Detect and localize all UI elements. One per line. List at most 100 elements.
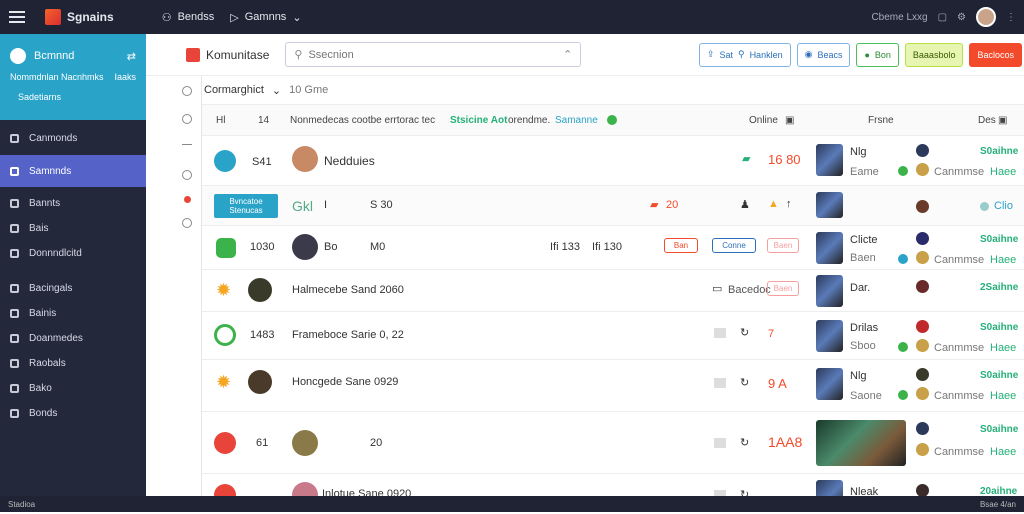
col-14[interactable]: 14 — [258, 115, 269, 126]
avatar — [916, 163, 929, 176]
avatar[interactable] — [292, 430, 318, 456]
sidebar-item-6[interactable]: Bainis — [0, 301, 146, 326]
row-rate: S0aihne — [980, 234, 1019, 245]
table-row[interactable]: S41 Nedduies ▰ 16 80 Nlg Eame Canmmse S0… — [202, 136, 1024, 186]
col-frame[interactable]: Frsne — [868, 115, 894, 126]
avatar[interactable] — [292, 146, 318, 172]
sidebar-item-9[interactable]: Bako — [0, 376, 146, 401]
row-tag2[interactable]: Conne — [712, 238, 756, 253]
headline-text: Nonmedecas cootbe errtorac tec — [290, 114, 436, 126]
sidebar-item-1[interactable]: Samnnds — [0, 155, 146, 187]
bon-button[interactable]: ● Bon — [856, 42, 899, 67]
game-thumbnail[interactable] — [816, 232, 843, 264]
avatar[interactable] — [976, 7, 996, 27]
col-hl[interactable]: Hl — [216, 115, 225, 126]
row-name[interactable]: Frameboce Sarie 0, 22 — [292, 329, 404, 341]
avatar — [916, 443, 929, 456]
row-game: Canmmse — [934, 342, 985, 354]
game-thumbnail[interactable] — [816, 192, 843, 218]
table-row[interactable]: 1030 Bo M0 Ifi 133 Ifi 130 Ban Conne Bae… — [202, 226, 1024, 270]
settings-icon[interactable] — [182, 114, 192, 124]
headline-link[interactable]: Samanne — [555, 115, 598, 126]
filter-bar[interactable]: Cormarghict ⌄ 10 Gme — [202, 76, 1024, 104]
avatar — [916, 339, 929, 352]
row-right-title: Clicte — [850, 234, 878, 246]
check-icon — [898, 342, 908, 352]
row-num: I — [324, 199, 328, 211]
row-name[interactable]: Halmecebe Sand 2060 — [292, 284, 404, 296]
link-icon[interactable] — [182, 170, 192, 180]
row-right-sub: Saone — [850, 390, 882, 402]
row-num: 20 — [370, 437, 383, 449]
more-icon[interactable]: ⋮ — [1006, 12, 1016, 23]
sidebar-item-10[interactable]: Bonds — [0, 401, 146, 426]
col-last[interactable]: Des — [978, 115, 996, 126]
sidebar-item-3[interactable]: Bais — [0, 216, 146, 241]
game-thumbnail[interactable] — [816, 320, 843, 352]
logo-mark-icon — [45, 9, 61, 25]
row-rate: S0aihne — [980, 424, 1019, 435]
search-input[interactable] — [308, 48, 558, 61]
row-stat-left: Ifi 133 — [550, 241, 580, 253]
grid-icon[interactable] — [182, 218, 192, 228]
dot-icon[interactable] — [184, 196, 191, 203]
row-right-title: Dar. — [850, 282, 871, 294]
col-online[interactable]: Online — [749, 115, 778, 126]
toolbar: Komunitase ⚲ ⌃ ⇪Sat⚲Hanklen ◉Beacs ●Bon … — [146, 34, 1024, 76]
game-thumbnail[interactable] — [816, 144, 843, 176]
baclocos-button[interactable]: Baclocos — [969, 42, 1022, 67]
table-row[interactable]: 1483 Frameboce Sarie 0, 22 ↻ 7 Drilas Sb… — [202, 312, 1024, 360]
filter-value: 10 Gme — [289, 84, 329, 96]
sidebar-item-5[interactable]: Bacingals — [0, 276, 146, 301]
beacs-button[interactable]: ◉ Beacs — [796, 42, 851, 67]
nav-item-bendss[interactable]: ⚇ Bendss — [162, 11, 215, 24]
avatar[interactable] — [248, 370, 272, 394]
sidebar-item-8[interactable]: Raobals — [0, 351, 146, 376]
nav-item-gamnns[interactable]: ▷ Gamnns ⌄ — [230, 11, 301, 24]
sidebar-item-4[interactable]: Donnndlcitd — [0, 241, 146, 266]
star-icon: ✹ — [216, 372, 232, 392]
table-row[interactable]: 61 20 ↻ 1AA8 Canmmse S0aihne Haee — [202, 412, 1024, 474]
star-icon: ✹ — [216, 280, 232, 300]
baaasbolo-button[interactable]: Baaasbolo — [904, 42, 964, 67]
avatar[interactable] — [292, 234, 318, 260]
sidebar-item-0[interactable]: Canmonds — [0, 126, 146, 151]
row-val: S 30 — [370, 199, 393, 211]
row-name[interactable]: Bo — [324, 241, 337, 253]
table-row[interactable]: Bvncatoe Stenucas Gkl I S 30 ▰ 20 ♟ ▲ ↑ … — [202, 186, 1024, 226]
sat-button[interactable]: ⇪ Sat ⚲ Hanklen — [698, 42, 791, 67]
avatar — [916, 251, 929, 264]
row-tag3[interactable]: Baen — [767, 238, 799, 253]
circle-icon — [10, 199, 19, 208]
row-tag2[interactable]: Baen — [767, 281, 799, 296]
page-title: Komunitase — [206, 47, 270, 62]
search-box[interactable]: ⚲ ⌃ — [285, 42, 582, 67]
table-row[interactable]: ✹ Honcgede Sane 0929 ↻ 9 A Nlg Saone Can… — [202, 360, 1024, 412]
row-name[interactable]: Nedduies — [324, 154, 375, 168]
chevron-up-icon[interactable]: ⌃ — [563, 48, 572, 61]
sidebar-item-2[interactable]: Bannts — [0, 191, 146, 216]
row-name[interactable]: Honcgede Sane 0929 — [292, 376, 398, 388]
game-thumbnail[interactable] — [816, 275, 843, 307]
profile-sub-right: Iaaks — [114, 72, 136, 82]
sidebar-item-7[interactable]: Doanmedes — [0, 326, 146, 351]
row-tag1[interactable]: Ban — [664, 238, 698, 253]
game-banner[interactable] — [816, 420, 906, 466]
game-thumbnail[interactable] — [816, 368, 843, 400]
row-name[interactable]: Gkl — [292, 198, 313, 214]
image-icon — [714, 328, 726, 338]
cloud-icon[interactable] — [182, 86, 192, 96]
table-row[interactable]: ✹ Halmecebe Sand 2060 ▭ Bacedoc Baen Dar… — [202, 270, 1024, 312]
info-icon — [10, 409, 19, 418]
minus-icon[interactable] — [182, 144, 192, 145]
menu-icon[interactable] — [9, 11, 25, 23]
search-icon: ⚲ — [737, 49, 745, 59]
window-icon[interactable]: ▢ — [938, 12, 947, 23]
share-icon[interactable]: ⇄ — [127, 50, 136, 63]
settings-icon[interactable]: ⚙ — [957, 12, 966, 23]
app-logo[interactable]: Sgnains — [45, 9, 114, 25]
row-badge[interactable]: Bvncatoe Stenucas — [214, 194, 278, 218]
avatar[interactable] — [248, 278, 272, 302]
document-icon — [10, 284, 19, 293]
profile-avatar[interactable] — [10, 48, 26, 64]
